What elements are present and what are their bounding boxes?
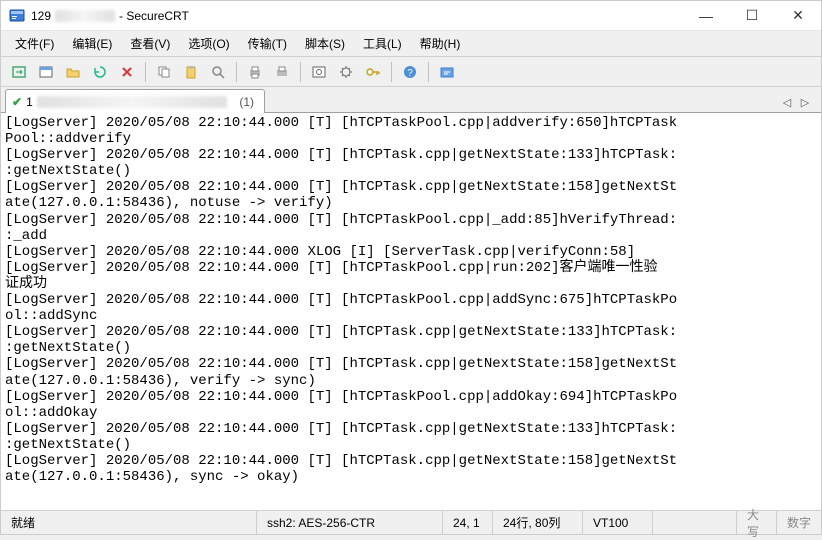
global-options-icon[interactable] [334,60,358,84]
terminal-line: [LogServer] 2020/05/08 22:10:44.000 [T] … [5,260,817,276]
terminal-line: [LogServer] 2020/05/08 22:10:44.000 [T] … [5,453,817,469]
tab-prev-icon[interactable]: ◁ [779,94,795,110]
open-session-icon[interactable] [61,60,85,84]
tab-next-icon[interactable]: ▷ [797,94,813,110]
svg-text:?: ? [407,68,413,79]
toolbar: ? [1,57,821,87]
paste-icon[interactable] [179,60,203,84]
menu-help[interactable]: 帮助(H) [412,32,469,55]
terminal-line: Pool::addverify [5,131,817,147]
tab-label-prefix: 1 [26,95,33,109]
disconnect-icon[interactable] [115,60,139,84]
tab-label-redacted [37,96,227,108]
status-term: VT100 [583,511,653,534]
toolbar-separator [391,62,392,82]
tab-label-suffix: (1) [239,95,254,109]
terminal-line: [LogServer] 2020/05/08 22:10:44.000 [T] … [5,212,817,228]
menu-edit[interactable]: 编辑(E) [64,32,120,55]
terminal-line: :getNextState() [5,340,817,356]
status-capslock: 大写 [737,511,777,534]
tab-nav: ◁ ▷ [779,94,817,112]
window-controls: — ☐ ✕ [683,1,821,30]
terminal-line: [LogServer] 2020/05/08 22:10:44.000 [T] … [5,292,817,308]
help-icon[interactable]: ? [398,60,422,84]
menu-transfer[interactable]: 传输(T) [240,32,295,55]
maximize-button[interactable]: ☐ [729,1,775,30]
terminal-line: ate(127.0.0.1:58436), sync -> okay) [5,469,817,485]
terminal-line: [LogServer] 2020/05/08 22:10:44.000 [T] … [5,115,817,131]
terminal-line: [LogServer] 2020/05/08 22:10:44.000 [T] … [5,147,817,163]
terminal-line: 证成功 [5,276,817,292]
window-title-redacted [55,10,115,22]
menu-options[interactable]: 选项(O) [180,32,237,55]
statusbar: 就绪 ssh2: AES-256-CTR 24, 1 24行, 80列 VT10… [1,510,821,534]
terminal-output[interactable]: [LogServer] 2020/05/08 22:10:44.000 [T] … [1,113,821,510]
print-screen-icon[interactable] [270,60,294,84]
key-icon[interactable] [361,60,385,84]
toolbar-separator [428,62,429,82]
securefx-icon[interactable] [435,60,459,84]
terminal-line: [LogServer] 2020/05/08 22:10:44.000 [T] … [5,389,817,405]
status-spacer [653,511,737,534]
toolbar-separator [145,62,146,82]
titlebar: 129 - SecureCRT — ☐ ✕ [1,1,821,31]
menu-script[interactable]: 脚本(S) [297,32,353,55]
terminal-line: ate(127.0.0.1:58436), verify -> sync) [5,373,817,389]
reconnect-icon[interactable] [88,60,112,84]
terminal-line: :getNextState() [5,437,817,453]
close-button[interactable]: ✕ [775,1,821,30]
status-numlock: 数字 [777,511,821,534]
menu-view[interactable]: 查看(V) [122,32,178,55]
toolbar-separator [300,62,301,82]
status-size: 24行, 80列 [493,511,583,534]
window-title-suffix: - SecureCRT [119,9,189,23]
menubar: 文件(F) 编辑(E) 查看(V) 选项(O) 传输(T) 脚本(S) 工具(L… [1,31,821,57]
print-icon[interactable] [243,60,267,84]
copy-icon[interactable] [152,60,176,84]
status-cursor: 24, 1 [443,511,493,534]
menu-file[interactable]: 文件(F) [7,32,62,55]
window-title-prefix: 129 [31,9,51,23]
session-tab[interactable]: ✔ 1 (1) [5,89,265,113]
quick-connect-icon[interactable] [7,60,31,84]
terminal-line: ol::addSync [5,308,817,324]
terminal-line: [LogServer] 2020/05/08 22:10:44.000 [T] … [5,421,817,437]
terminal-line: [LogServer] 2020/05/08 22:10:44.000 [T] … [5,179,817,195]
terminal-line: [LogServer] 2020/05/08 22:10:44.000 [T] … [5,324,817,340]
terminal-line: [LogServer] 2020/05/08 22:10:44.000 XLOG… [5,244,817,260]
app-icon [9,8,25,24]
status-ready: 就绪 [1,511,257,534]
toolbar-separator [236,62,237,82]
terminal-line: ol::addOkay [5,405,817,421]
connected-check-icon: ✔ [12,95,22,109]
terminal-line: :_add [5,228,817,244]
connect-dialog-icon[interactable] [34,60,58,84]
minimize-button[interactable]: — [683,1,729,30]
terminal-line: :getNextState() [5,163,817,179]
find-icon[interactable] [206,60,230,84]
menu-tools[interactable]: 工具(L) [355,32,410,55]
terminal-line: ate(127.0.0.1:58436), notuse -> verify) [5,195,817,211]
status-encryption: ssh2: AES-256-CTR [257,511,443,534]
tabbar: ✔ 1 (1) ◁ ▷ [1,87,821,113]
terminal-line: [LogServer] 2020/05/08 22:10:44.000 [T] … [5,356,817,372]
session-options-icon[interactable] [307,60,331,84]
